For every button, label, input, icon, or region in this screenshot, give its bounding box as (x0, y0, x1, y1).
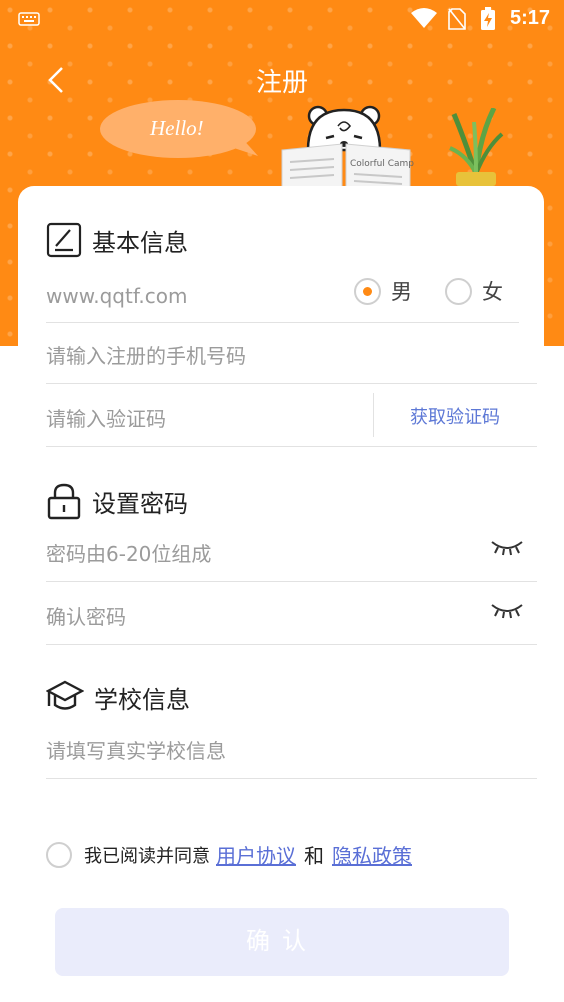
code-divider (373, 393, 374, 437)
phone-placeholder: 请输入注册的手机号码 (46, 344, 246, 368)
lock-icon (47, 483, 81, 520)
gender-female-option[interactable]: 女 (445, 276, 503, 306)
male-radio[interactable] (354, 277, 381, 305)
section-title-password: 设置密码 (92, 489, 188, 518)
male-label: 男 (391, 280, 412, 304)
sim-icon (448, 8, 466, 30)
page-title: 注册 (255, 68, 308, 98)
section-basic-info: 基本信息 (46, 222, 188, 258)
female-radio[interactable] (445, 277, 472, 305)
plant-illustration (449, 108, 504, 186)
school-placeholder: 请填写真实学校信息 (46, 739, 226, 763)
keyboard-icon (18, 12, 40, 26)
username-placeholder: www.qqtf.com (46, 284, 188, 308)
agree-checkbox[interactable] (46, 841, 72, 868)
code-placeholder: 请输入验证码 (46, 407, 166, 431)
status-bar: 5:17 (0, 0, 564, 40)
agreement-prefix: 我已阅读并同意 (84, 845, 210, 867)
newspaper-text: Colorful Campus (350, 159, 414, 169)
agreement-row: 我已阅读并同意 用户协议 和 隐私政策 (46, 840, 412, 869)
phone-field[interactable]: 请输入注册的手机号码 (46, 322, 537, 384)
confirm-button[interactable]: 确认 (55, 908, 509, 976)
get-code-button[interactable]: 获取验证码 (410, 403, 500, 429)
confirm-password-placeholder: 确认密码 (46, 605, 126, 629)
gender-male-option[interactable]: 男 (354, 276, 412, 306)
eye-closed-icon[interactable] (490, 601, 524, 621)
battery-icon (481, 7, 495, 30)
section-school: 学校信息 (46, 678, 190, 716)
hello-text: Hello! (150, 116, 204, 140)
password-field[interactable]: 密码由6-20位组成 (46, 520, 537, 582)
agreement-and: 和 (304, 844, 324, 868)
graduation-cap-icon (46, 680, 84, 710)
privacy-policy-link[interactable]: 隐私政策 (332, 840, 412, 869)
password-placeholder: 密码由6-20位组成 (46, 542, 212, 566)
section-password: 设置密码 (46, 482, 188, 520)
eye-closed-icon[interactable] (490, 538, 524, 558)
section-title-school: 学校信息 (94, 685, 190, 714)
section-title-basic-info: 基本信息 (92, 228, 188, 257)
female-label: 女 (482, 280, 503, 304)
user-agreement-link[interactable]: 用户协议 (216, 840, 296, 869)
edit-icon (46, 222, 82, 258)
status-time: 5:17 (509, 7, 550, 29)
mascot-illustration: Colorful Campus (281, 105, 414, 188)
wifi-icon (411, 8, 437, 28)
confirm-password-field[interactable]: 确认密码 (46, 583, 537, 645)
school-field[interactable]: 请填写真实学校信息 (46, 717, 537, 779)
